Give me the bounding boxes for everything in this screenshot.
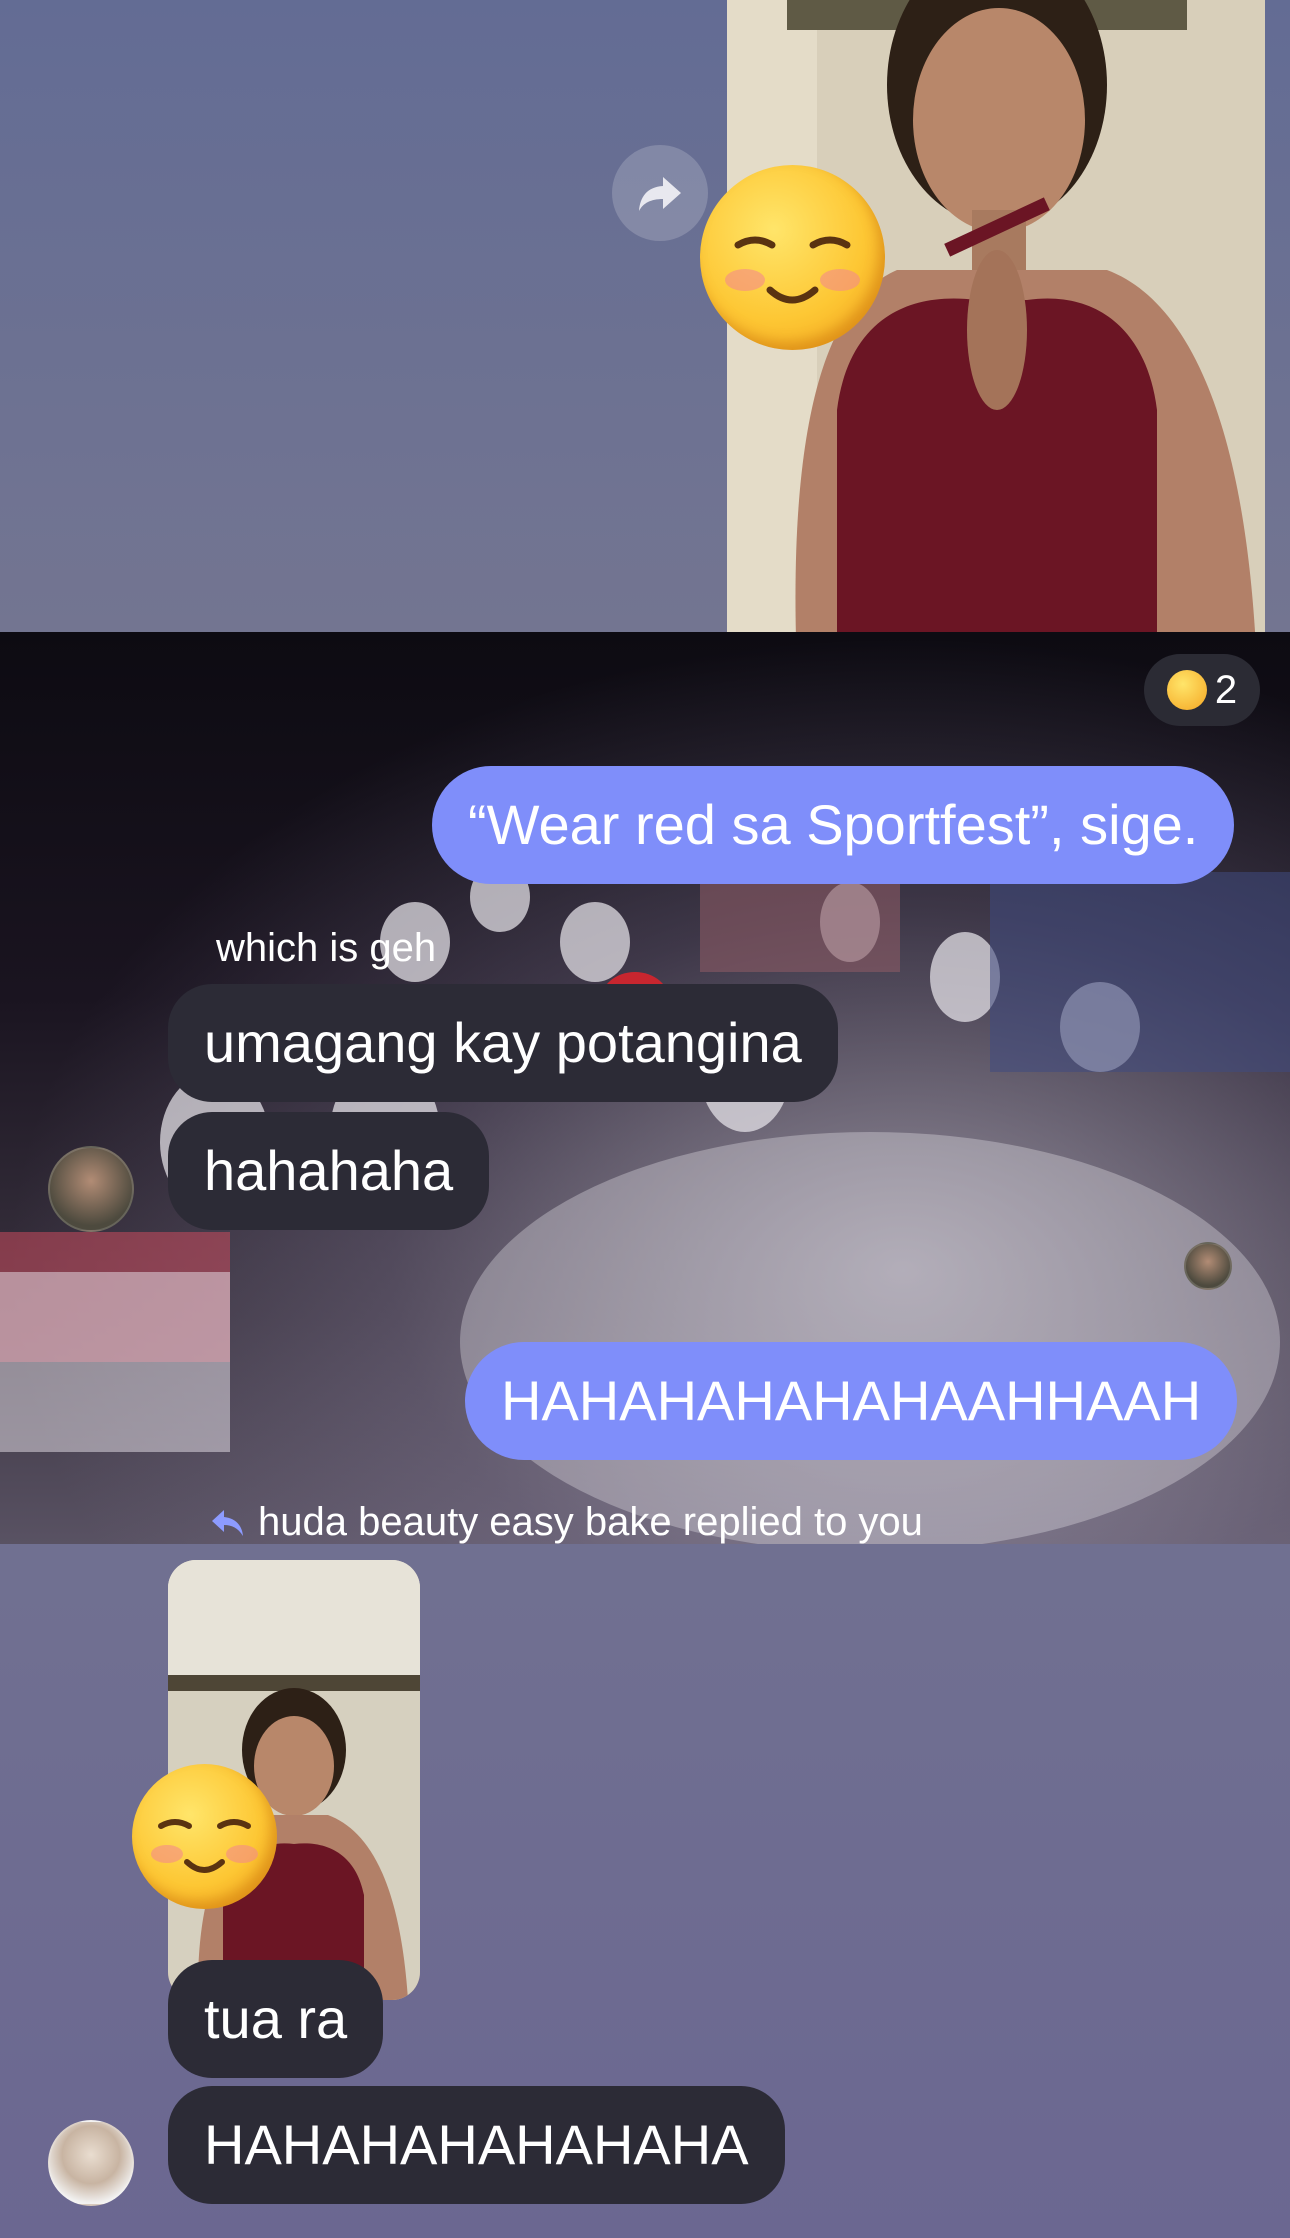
message-text: “Wear red sa Sportfest”, sige. <box>468 793 1199 856</box>
incoming-message[interactable]: tua ra <box>168 1960 384 2078</box>
share-button[interactable] <box>612 145 708 241</box>
outgoing-message[interactable]: HAHAHAHAHAHAAHHAAH <box>465 1342 1238 1460</box>
reply-arrow-icon <box>212 1509 243 1536</box>
message-text: HAHAHAHAHAHAHA <box>204 2113 749 2176</box>
smiling-face-emoji <box>132 1764 277 1909</box>
share-forward-icon <box>639 177 681 211</box>
message-text: umagang kay potangina <box>204 1011 802 1074</box>
incoming-message[interactable]: HAHAHAHAHAHAHA <box>168 2086 785 2204</box>
reaction-count: 2 <box>1214 667 1238 712</box>
message-text: tua ra <box>204 1987 348 2050</box>
sender-avatar[interactable] <box>48 2120 134 2206</box>
message-text: HAHAHAHAHAHAAHHAAH <box>501 1369 1202 1432</box>
read-receipt-avatar <box>1184 1242 1232 1290</box>
message-text: hahahaha <box>204 1139 454 1202</box>
reply-note-text: huda beauty easy bake replied to you <box>258 1500 923 1544</box>
smiling-face-emoji <box>700 165 885 350</box>
reaction-pill[interactable]: 2 <box>1144 654 1260 726</box>
reply-caption: which is geh <box>216 926 437 970</box>
incoming-message[interactable]: hahahaha <box>168 1112 490 1230</box>
incoming-message[interactable]: umagang kay potangina <box>168 984 838 1102</box>
grinning-squinting-face-emoji <box>1166 670 1207 710</box>
reply-note: huda beauty easy bake replied to you <box>210 1500 923 1545</box>
outgoing-message[interactable]: “Wear red sa Sportfest”, sige. <box>432 766 1235 884</box>
sender-avatar[interactable] <box>48 1146 134 1232</box>
